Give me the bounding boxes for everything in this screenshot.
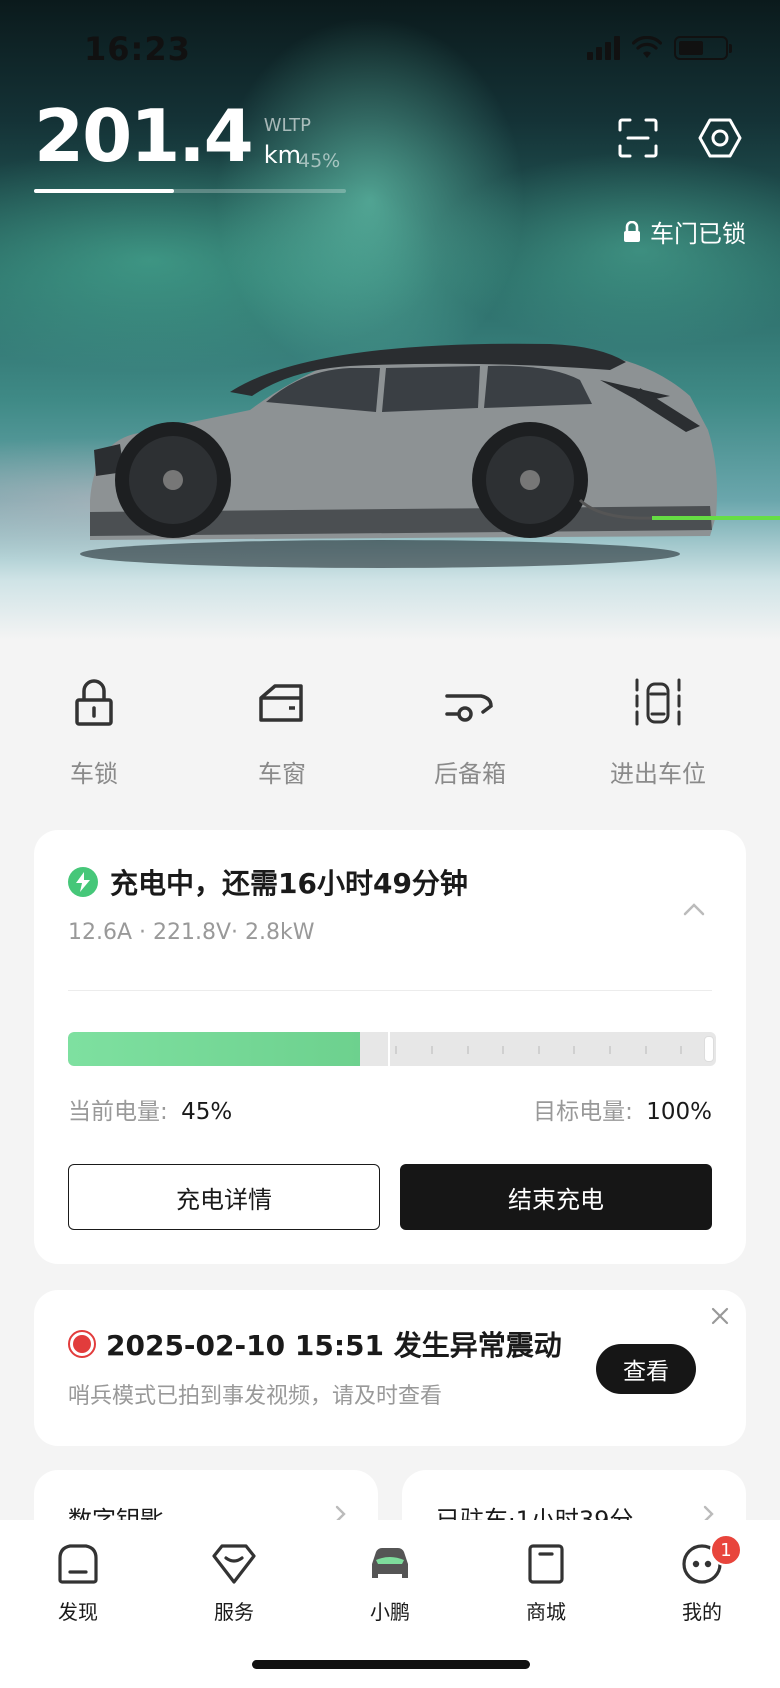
car-icon xyxy=(372,1548,408,1578)
progress-tick xyxy=(395,1046,398,1054)
current-level-value: 45% xyxy=(181,1099,233,1125)
control-parking[interactable]: 进出车位 xyxy=(564,676,752,789)
progress-tick xyxy=(644,1046,647,1054)
progress-tick xyxy=(680,1046,683,1054)
charging-details-button[interactable]: 充电详情 xyxy=(68,1164,380,1230)
tab-discover[interactable]: 发现 xyxy=(0,1540,156,1625)
current-level-label: 当前电量: xyxy=(68,1099,168,1125)
wifi-icon xyxy=(632,36,662,58)
target-level-handle[interactable] xyxy=(704,1036,714,1062)
progress-tick xyxy=(466,1046,469,1054)
record-icon xyxy=(68,1330,96,1358)
tab-xpeng[interactable]: 小鹏 xyxy=(312,1540,468,1625)
progress-tick xyxy=(573,1046,576,1054)
parking-icon xyxy=(635,678,681,726)
charge-progress-bar[interactable] xyxy=(68,1032,716,1066)
door-lock-status: 车门已锁 xyxy=(622,214,746,249)
cellular-signal-icon xyxy=(587,36,620,60)
trunk-icon xyxy=(445,694,493,722)
tab-discover-label: 发现 xyxy=(58,1600,98,1624)
control-parking-label: 进出车位 xyxy=(610,760,706,788)
window-icon xyxy=(259,684,303,722)
charging-bolt-icon xyxy=(68,867,98,897)
charging-title: 充电中，还需16小时49分钟 xyxy=(68,862,468,902)
tab-service-label: 服务 xyxy=(214,1600,254,1624)
progress-tick xyxy=(502,1046,505,1054)
small-lock-icon xyxy=(624,220,640,242)
battery-percent: 45% xyxy=(298,150,341,172)
charge-progress-fill xyxy=(68,1032,360,1066)
progress-tick xyxy=(430,1046,433,1054)
control-lock-label: 车锁 xyxy=(70,760,118,788)
scan-icon[interactable] xyxy=(616,116,660,160)
control-window[interactable]: 车窗 xyxy=(188,676,376,789)
progress-tick xyxy=(609,1046,612,1054)
range-standard: WLTP xyxy=(263,114,311,136)
charging-card: 充电中，还需16小时49分钟 12.6A · 221.8V· 2.8kW 当前电… xyxy=(34,830,746,1264)
chevron-up-icon[interactable] xyxy=(680,896,708,924)
home-indicator xyxy=(252,1660,530,1669)
tab-xpeng-label: 小鹏 xyxy=(370,1600,410,1624)
stop-charging-button[interactable]: 结束充电 xyxy=(400,1164,712,1230)
discover-icon xyxy=(58,1544,98,1584)
range-display: 201.4 WLTP km xyxy=(34,100,311,172)
level-row: 当前电量: 45% 目标电量: 100% xyxy=(68,1092,712,1126)
control-window-label: 车窗 xyxy=(258,760,306,788)
current-level-marker xyxy=(387,1032,390,1066)
vehicle-hero: 16:23 201.4 WLTP km 45% 车门已锁 xyxy=(0,0,780,640)
range-value: 201.4 xyxy=(34,94,254,178)
door-lock-status-text: 车门已锁 xyxy=(650,220,746,248)
vehicle-image xyxy=(80,343,780,568)
tab-profile-label: 我的 xyxy=(682,1600,722,1624)
sentry-alert-card: 2025-02-10 15:51 发生异常震动 哨兵模式已拍到事发视频，请及时查… xyxy=(34,1290,746,1446)
alert-title-text: 2025-02-10 15:51 发生异常震动 xyxy=(106,1329,562,1362)
target-level-value: 100% xyxy=(646,1099,712,1125)
status-icons xyxy=(587,36,732,60)
charging-title-text: 充电中，还需16小时49分钟 xyxy=(110,867,468,900)
progress-tick xyxy=(537,1046,540,1054)
alert-subtitle: 哨兵模式已拍到事发视频，请及时查看 xyxy=(68,1384,443,1409)
service-icon xyxy=(212,1544,256,1584)
view-alert-button[interactable]: 查看 xyxy=(596,1344,696,1394)
alert-title: 2025-02-10 15:51 发生异常震动 xyxy=(68,1324,562,1364)
tab-store[interactable]: 商城 xyxy=(468,1540,624,1625)
vehicle-controls: 车锁 车窗 后备箱 进出车位 xyxy=(0,676,780,789)
close-icon[interactable] xyxy=(708,1304,732,1328)
control-trunk[interactable]: 后备箱 xyxy=(376,676,564,789)
charging-specs: 12.6A · 221.8V· 2.8kW xyxy=(68,920,315,945)
control-trunk-label: 后备箱 xyxy=(434,760,506,788)
divider xyxy=(68,990,712,991)
target-level-label: 目标电量: xyxy=(533,1099,633,1125)
store-icon xyxy=(528,1544,564,1584)
tab-store-label: 商城 xyxy=(526,1600,566,1624)
tab-service[interactable]: 服务 xyxy=(156,1540,312,1625)
settings-hexagon-icon[interactable] xyxy=(698,116,742,160)
battery-level-fill xyxy=(34,189,175,193)
battery-level-bar xyxy=(34,189,346,193)
tab-profile[interactable]: 1 我的 xyxy=(624,1534,780,1625)
status-time: 16:23 xyxy=(84,30,191,68)
padlock-icon xyxy=(75,679,113,726)
phone-battery-icon xyxy=(674,36,732,60)
control-lock[interactable]: 车锁 xyxy=(0,676,188,789)
notification-badge: 1 xyxy=(710,1534,742,1566)
